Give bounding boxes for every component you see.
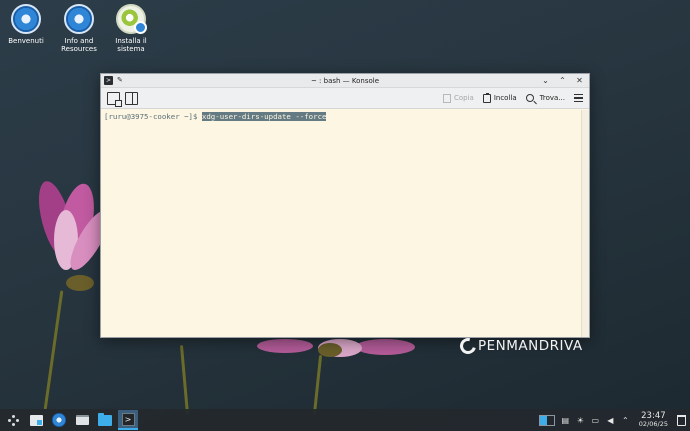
terminal-icon: > bbox=[121, 412, 135, 426]
openmandriva-logo: PENMANDRIVA bbox=[457, 335, 583, 357]
terminal-command-selected: xdg-user-dirs-update --force bbox=[201, 112, 327, 121]
terminal-line: [ruru@3975-cooker ~]$ xdg-user-dirs-upda… bbox=[104, 112, 578, 122]
taskbar-welcome-button[interactable] bbox=[49, 410, 69, 430]
close-icon[interactable]: ✕ bbox=[575, 76, 584, 85]
desktop-icon-label: Benvenuti bbox=[8, 37, 44, 45]
openmandriva-info-icon bbox=[64, 4, 94, 34]
terminal-prompt: [ruru@3975-cooker ~]$ bbox=[104, 112, 202, 121]
taskbar: > ▤ ☀ ▭ ◀ ⌃ 23:47 02/06/25 bbox=[0, 409, 690, 431]
file-manager-icon bbox=[29, 414, 43, 426]
window-titlebar[interactable]: > ✎ ~ : bash — Konsole ⌄ ⌃ ✕ bbox=[101, 74, 589, 88]
hamburger-menu-icon[interactable] bbox=[574, 94, 583, 102]
flower-stem bbox=[179, 345, 190, 415]
desktop-icon-installer[interactable]: Installa il sistema bbox=[103, 4, 159, 53]
window-title: ~ : bash — Konsole bbox=[310, 76, 380, 85]
find-button[interactable]: Trova... bbox=[525, 94, 565, 102]
display-icon[interactable]: ▭ bbox=[591, 416, 600, 425]
taskbar-files-button[interactable] bbox=[26, 410, 46, 430]
system-settings-icon bbox=[75, 415, 89, 425]
maximize-icon[interactable]: ⌃ bbox=[558, 76, 567, 85]
minimize-icon[interactable]: ⌄ bbox=[541, 76, 550, 85]
openmandriva-welcome-icon bbox=[11, 4, 41, 34]
find-label: Trova... bbox=[539, 94, 565, 102]
copy-label: Copia bbox=[453, 94, 474, 102]
konsole-window[interactable]: > ✎ ~ : bash — Konsole ⌄ ⌃ ✕ Copia Incol… bbox=[100, 73, 590, 338]
terminal-scrollbar[interactable] bbox=[581, 110, 589, 337]
brightness-icon[interactable]: ☀ bbox=[576, 416, 585, 425]
paste-icon bbox=[482, 92, 491, 103]
taskbar-system-button[interactable] bbox=[72, 410, 92, 430]
desktop-icon-label: Info and Resources bbox=[61, 37, 97, 53]
flower-stem bbox=[43, 290, 64, 410]
clipboard-icon[interactable]: ▤ bbox=[561, 416, 570, 425]
openmandriva-ring-icon bbox=[457, 335, 479, 357]
cosmos-flower-left bbox=[38, 181, 108, 291]
desktop-icon-info[interactable]: Info and Resources bbox=[51, 4, 107, 53]
taskbar-dolphin-button[interactable] bbox=[95, 410, 115, 430]
search-icon bbox=[525, 94, 534, 102]
launcher-icon bbox=[7, 414, 19, 426]
taskbar-konsole-button[interactable]: > bbox=[118, 410, 138, 430]
volume-icon[interactable]: ◀ bbox=[606, 416, 615, 425]
installer-icon bbox=[116, 4, 147, 34]
system-tray: ▤ ☀ ▭ ◀ ⌃ 23:47 02/06/25 bbox=[538, 412, 686, 428]
folder-icon bbox=[98, 412, 112, 426]
terminal-area[interactable]: [ruru@3975-cooker ~]$ xdg-user-dirs-upda… bbox=[101, 110, 581, 337]
digital-clock[interactable]: 23:47 02/06/25 bbox=[639, 412, 668, 428]
trash-icon[interactable] bbox=[677, 414, 686, 426]
paste-label: Incolla bbox=[493, 94, 517, 102]
split-view-icon[interactable] bbox=[125, 91, 138, 105]
copy-button[interactable]: Copia bbox=[442, 93, 474, 103]
virtual-desktop-pager[interactable] bbox=[538, 414, 555, 426]
desktop-icon-welcome[interactable]: Benvenuti bbox=[0, 4, 54, 45]
logo-text: PENMANDRIVA bbox=[478, 338, 583, 354]
new-tab-icon[interactable] bbox=[107, 91, 122, 107]
desktop-icon-label: Installa il sistema bbox=[115, 37, 147, 53]
pin-icon[interactable]: ✎ bbox=[117, 76, 126, 85]
show-hidden-icons-chevron-up-icon[interactable]: ⌃ bbox=[621, 416, 630, 425]
clock-time: 23:47 bbox=[641, 411, 666, 421]
copy-icon bbox=[442, 93, 451, 103]
konsole-toolbar: Copia Incolla Trova... bbox=[101, 88, 589, 109]
clock-date: 02/06/25 bbox=[638, 420, 668, 428]
app-menu-icon[interactable]: > bbox=[104, 76, 113, 85]
application-launcher-button[interactable] bbox=[3, 410, 23, 430]
openmandriva-icon bbox=[52, 413, 66, 427]
paste-button[interactable]: Incolla bbox=[482, 92, 517, 103]
